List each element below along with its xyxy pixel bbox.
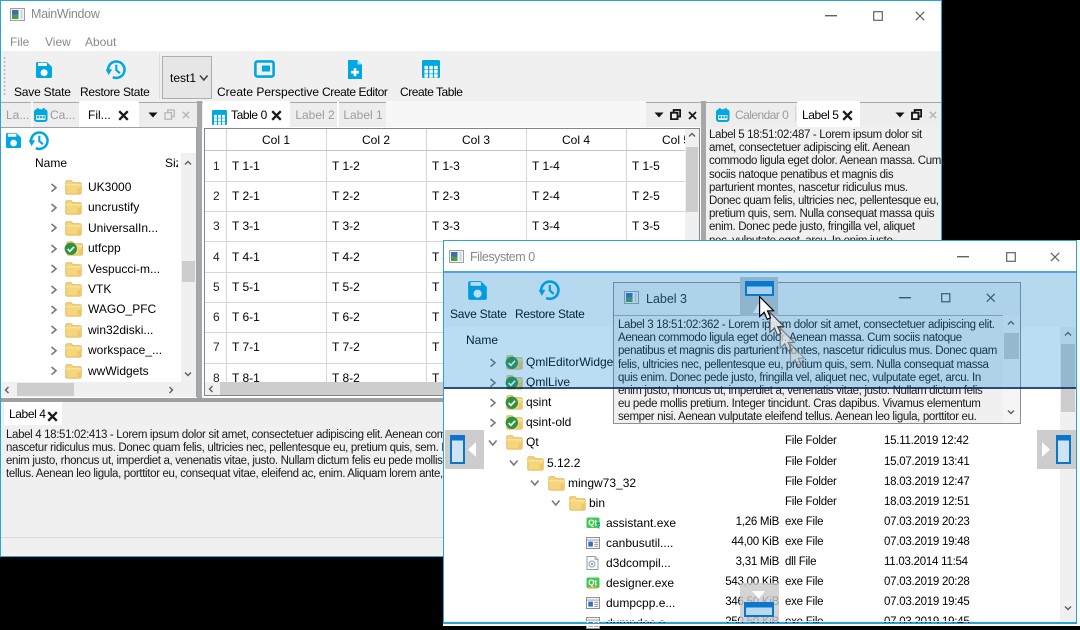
svg-text:Qt: Qt bbox=[588, 579, 597, 588]
svg-text:?: ? bbox=[597, 521, 601, 530]
